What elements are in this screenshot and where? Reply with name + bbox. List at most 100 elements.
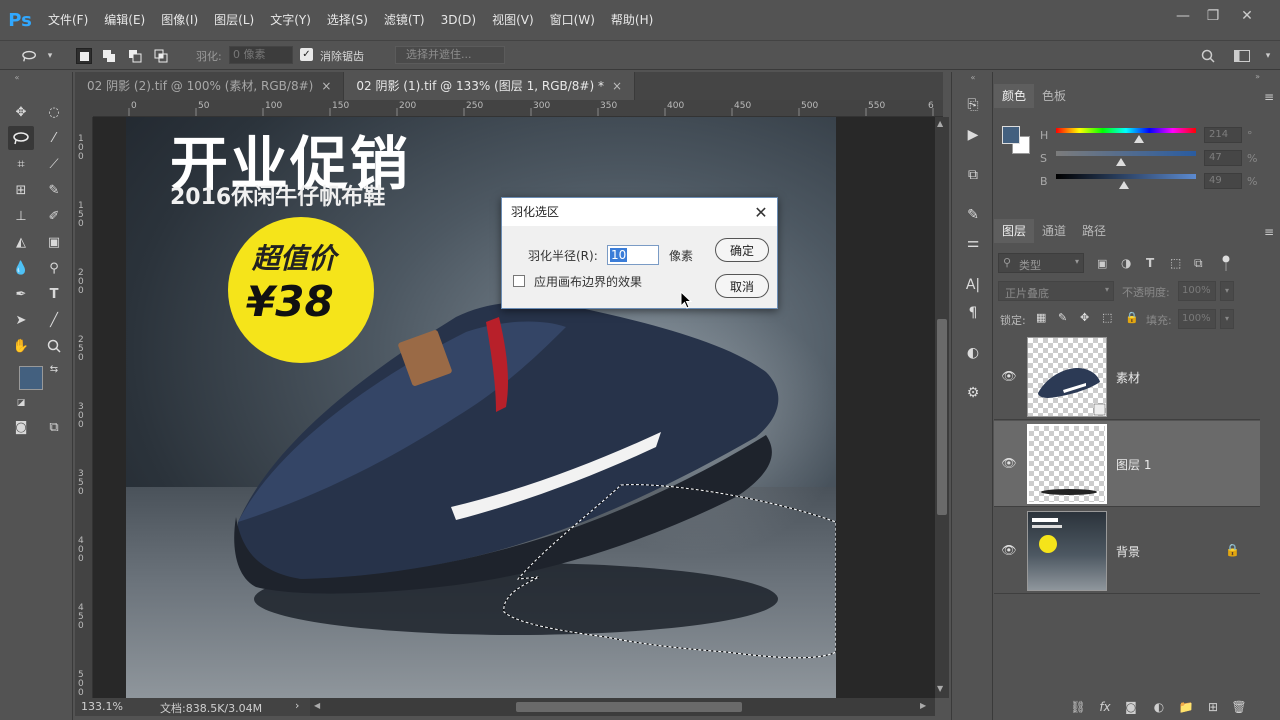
menu-image[interactable]: 图像(I) [153,0,206,40]
tab-paths[interactable]: 路径 [1074,219,1114,243]
visibility-eye-icon[interactable]: 👁 [1001,456,1016,470]
layer-name[interactable]: 背景 [1116,543,1140,560]
visibility-eye-icon[interactable]: 👁 [1001,369,1016,383]
add-selection-icon[interactable] [101,48,117,64]
saturation-slider[interactable] [1056,151,1196,156]
close-icon[interactable]: ✕ [751,202,771,222]
visibility-eye-icon[interactable]: 👁 [1001,543,1016,557]
hue-value[interactable]: 214 [1204,127,1242,143]
menu-select[interactable]: 选择(S) [319,0,376,40]
filter-adjustment-icon[interactable]: ◑ [1121,256,1131,270]
expand-panels-icon[interactable]: « [962,72,984,82]
lasso-preset-icon[interactable] [22,48,38,64]
new-group-icon[interactable]: 📁 [1177,699,1195,715]
tab-swatches[interactable]: 色板 [1034,84,1074,108]
menu-layer[interactable]: 图层(L) [206,0,262,40]
hue-slider[interactable] [1056,128,1196,133]
eraser-tool-icon[interactable]: ◭ [8,230,34,254]
lock-transparency-icon[interactable]: ▦ [1036,311,1046,324]
actions-panel-icon[interactable]: ▶ [962,124,984,146]
saturation-value[interactable]: 47 [1204,150,1242,166]
pen-tool-icon[interactable]: ✒ [8,282,34,306]
search-icon[interactable] [1200,48,1216,64]
lock-artboard-icon[interactable]: ⬚ [1102,311,1112,324]
tab-document-1[interactable]: 02 阴影 (2).tif @ 100% (素材, RGB/8#) × [75,72,345,100]
lock-image-icon[interactable]: ✎ [1058,311,1067,324]
lock-all-icon[interactable]: 🔒 [1125,311,1139,324]
character-panel-icon[interactable]: A| [962,274,984,296]
dodge-tool-icon[interactable]: ⚲ [41,256,67,280]
collapse-toolbar-icon[interactable]: « [4,72,30,82]
layer-row[interactable]: 👁 素材 [994,334,1260,420]
preset-dropdown-icon[interactable]: ▾ [42,48,58,64]
menu-view[interactable]: 视图(V) [484,0,542,40]
tab-color[interactable]: 颜色 [994,84,1035,108]
filter-smart-object-icon[interactable]: ⧉ [1194,256,1203,271]
menu-3d[interactable]: 3D(D) [433,0,484,40]
history-panel-icon[interactable]: ⎘ [962,94,984,116]
tab-document-2[interactable]: 02 阴影 (1).tif @ 133% (图层 1, RGB/8#) * × [344,72,636,100]
blend-mode-select[interactable]: 正片叠底 ▾ [998,281,1114,301]
crop-tool-icon[interactable]: ⌗ [8,152,34,176]
panel-menu-icon[interactable]: ≡ [1264,225,1274,239]
collapse-panels-icon[interactable]: » [994,72,1280,82]
status-menu-icon[interactable]: › [295,699,299,712]
move-tool-icon[interactable]: ✥ [8,100,34,124]
brightness-slider-thumb[interactable] [1119,181,1129,189]
antialias-checkbox[interactable]: ✓ [300,48,313,61]
filter-toggle-icon[interactable] [1222,255,1230,271]
new-selection-icon[interactable] [76,48,92,64]
workspace-icon[interactable] [1234,48,1250,64]
menu-window[interactable]: 窗口(W) [542,0,603,40]
brightness-value[interactable]: 49 [1204,173,1242,189]
brush-tool-icon[interactable]: ✎ [41,178,67,202]
menu-type[interactable]: 文字(Y) [262,0,319,40]
libraries-panel-icon[interactable]: ⚙ [962,382,984,404]
gradient-tool-icon[interactable]: ▣ [41,230,67,254]
horizontal-scrollbar[interactable]: ◀ ▶ [310,698,935,716]
apply-canvas-bounds-checkbox[interactable] [513,275,525,287]
opacity-input[interactable]: 100% [1178,281,1216,301]
swap-colors-icon[interactable]: ⇆ [46,362,62,376]
menu-edit[interactable]: 编辑(E) [96,0,153,40]
magic-wand-tool-icon[interactable]: ⁄ [41,126,67,150]
layer-row[interactable]: 👁 背景 🔒 [994,508,1260,594]
blur-tool-icon[interactable]: 💧 [8,256,34,280]
link-layers-icon[interactable]: ⛓ [1069,699,1087,715]
filter-shape-icon[interactable]: ⬚ [1170,256,1181,270]
line-tool-icon[interactable]: ╱ [41,308,67,332]
layer-row[interactable]: 👁 图层 1 [994,421,1260,507]
lock-position-icon[interactable]: ✥ [1080,311,1089,324]
minimize-icon[interactable]: — [1168,6,1198,26]
maximize-icon[interactable]: ❐ [1198,6,1228,26]
delete-layer-icon[interactable]: 🗑 [1230,699,1248,715]
brush-settings-icon[interactable]: ⚌ [962,232,984,254]
subtract-selection-icon[interactable] [127,48,143,64]
workspace-dropdown-icon[interactable]: ▾ [1260,48,1276,64]
menu-filter[interactable]: 滤镜(T) [376,0,433,40]
healing-brush-tool-icon[interactable]: ⊞ [8,178,34,202]
saturation-slider-thumb[interactable] [1116,158,1126,166]
horizontal-scroll-thumb[interactable] [516,702,742,712]
properties-panel-icon[interactable]: ⧉ [962,164,984,186]
vertical-scroll-thumb[interactable] [937,319,947,515]
paragraph-panel-icon[interactable]: ¶ [962,302,984,324]
menu-file[interactable]: 文件(F) [40,0,96,40]
screen-mode-icon[interactable]: ⧉ [41,415,67,439]
tab-channels[interactable]: 通道 [1034,219,1074,243]
layer-filter-select[interactable]: ⚲ 类型 ▾ [998,253,1084,273]
brightness-slider[interactable] [1056,174,1196,179]
close-icon[interactable]: × [612,79,622,93]
vertical-scrollbar[interactable]: ▲ ▼ [935,117,949,698]
chevron-down-icon[interactable]: ▾ [1220,309,1234,329]
layer-name[interactable]: 素材 [1116,369,1140,386]
layer-style-icon[interactable]: fx [1096,699,1114,715]
hue-slider-thumb[interactable] [1134,135,1144,143]
ok-button[interactable]: 确定 [715,238,769,262]
default-colors-icon[interactable]: ◪ [14,396,28,410]
feather-radius-input[interactable]: 10 [607,245,659,265]
scroll-left-icon[interactable]: ◀ [314,701,320,710]
close-window-icon[interactable]: ✕ [1232,6,1262,26]
quick-mask-icon[interactable]: ◙ [8,415,34,439]
feather-option-input[interactable]: 0 像素 [229,46,293,64]
